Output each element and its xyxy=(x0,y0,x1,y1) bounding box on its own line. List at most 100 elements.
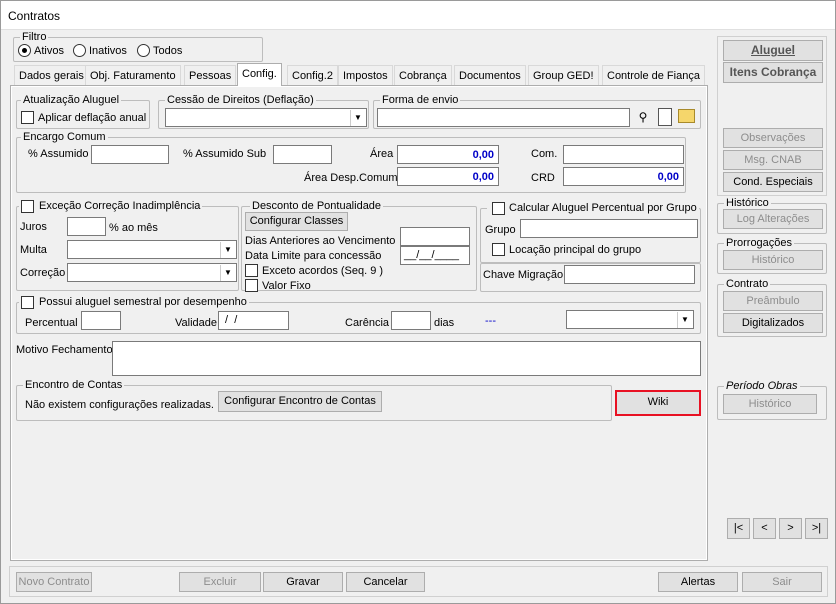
valor-fixo-label: Valor Fixo xyxy=(262,280,311,292)
percentual-input[interactable] xyxy=(81,311,121,330)
crd-label: CRD xyxy=(531,172,555,184)
encontro-msg: Não existem configurações realizadas. xyxy=(25,399,214,411)
com-label: Com. xyxy=(531,148,558,160)
carencia-input[interactable] xyxy=(391,311,431,330)
chevron-down-icon: ▼ xyxy=(350,110,365,126)
itens-cobranca-button[interactable]: Itens Cobrança xyxy=(723,62,823,83)
dias-anteriores-label: Dias Anteriores ao Vencimento xyxy=(245,235,396,247)
excecao-checkbox[interactable] xyxy=(21,200,34,213)
aplicar-deflacao-checkbox[interactable] xyxy=(21,111,34,124)
tab-controle-fianca[interactable]: Controle de Fiança xyxy=(602,65,705,85)
cessao-select[interactable]: ▼ xyxy=(165,108,367,127)
crd-value: 0,00 xyxy=(657,171,679,183)
data-limite-input[interactable]: __/__/____ xyxy=(400,246,470,265)
preambulo-button[interactable]: Preâmbulo xyxy=(723,291,823,311)
tab-group-ged[interactable]: Group GED! xyxy=(528,65,599,85)
dash-label: --- xyxy=(485,315,496,327)
calc-checkbox[interactable] xyxy=(492,202,505,215)
locacao-principal-label: Locação principal do grupo xyxy=(509,244,642,256)
filter-legend: Filtro xyxy=(20,31,49,43)
desconto-legend: Desconto de Pontualidade xyxy=(250,200,384,212)
cessao-legend: Cessão de Direitos (Deflação) xyxy=(165,94,316,106)
aluguel-button[interactable]: Aluguel xyxy=(723,40,823,61)
multa-select[interactable]: ▼ xyxy=(67,240,237,259)
digitalizados-button[interactable]: Digitalizados xyxy=(723,313,823,333)
prorrogacoes-legend: Prorrogações xyxy=(724,237,795,249)
tab-pessoas[interactable]: Pessoas xyxy=(184,65,237,85)
last-record-button[interactable]: >| xyxy=(805,518,828,539)
alertas-button[interactable]: Alertas xyxy=(658,572,738,592)
dias-anteriores-input[interactable] xyxy=(400,227,470,246)
prorrogacoes-historico-button[interactable]: Histórico xyxy=(723,250,823,270)
grupo-input[interactable] xyxy=(520,219,698,238)
chevron-down-icon: ▼ xyxy=(220,242,235,258)
tab-cobranca[interactable]: Cobrança xyxy=(394,65,452,85)
tab-dados-gerais[interactable]: Dados gerais xyxy=(14,65,89,85)
assumido-label: % Assumido xyxy=(28,148,89,160)
crd-input[interactable]: 0,00 xyxy=(563,167,684,186)
new-document-icon[interactable] xyxy=(658,108,672,126)
exceto-acordos-checkbox[interactable] xyxy=(245,264,258,277)
atualizacao-legend: Atualização Aluguel xyxy=(21,94,122,106)
window-title: Contratos xyxy=(8,9,61,23)
encargo-legend: Encargo Comum xyxy=(21,131,108,143)
msg-cnab-button[interactable]: Msg. CNAB xyxy=(723,150,823,170)
locacao-principal-checkbox[interactable] xyxy=(492,243,505,256)
configurar-classes-button[interactable]: Configurar Classes xyxy=(245,212,348,231)
folder-icon[interactable] xyxy=(678,109,695,123)
ao-mes-label: % ao mês xyxy=(109,222,158,234)
correcao-label: Correção xyxy=(20,267,66,279)
radio-inativos[interactable] xyxy=(73,44,86,57)
cancelar-button[interactable]: Cancelar xyxy=(346,572,425,592)
configurar-encontro-button[interactable]: Configurar Encontro de Contas xyxy=(218,391,382,412)
binoculars-icon[interactable]: ⚲ xyxy=(634,108,652,126)
chevron-down-icon: ▼ xyxy=(220,265,235,281)
assumido-sub-input[interactable] xyxy=(273,145,332,164)
gravar-button[interactable]: Gravar xyxy=(263,572,343,592)
juros-label: Juros xyxy=(20,221,47,233)
wiki-button[interactable]: Wiki xyxy=(615,390,701,416)
semestral-checkbox[interactable] xyxy=(21,296,34,309)
next-record-button[interactable]: > xyxy=(779,518,802,539)
radio-inativos-label: Inativos xyxy=(89,45,127,57)
area-input[interactable]: 0,00 xyxy=(397,145,499,164)
radio-ativos-label: Ativos xyxy=(34,45,64,57)
area-desp-input[interactable]: 0,00 xyxy=(397,167,499,186)
sair-button[interactable]: Sair xyxy=(742,572,822,592)
valor-fixo-checkbox[interactable] xyxy=(245,279,258,292)
radio-todos-label: Todos xyxy=(153,45,183,57)
tab-config[interactable]: Config. xyxy=(237,63,282,86)
com-input[interactable] xyxy=(563,145,684,164)
exceto-acordos-label: Exceto acordos (Seq. 9 ) xyxy=(262,265,384,277)
forma-envio-legend: Forma de envio xyxy=(380,94,461,106)
area-desp-value: 0,00 xyxy=(472,171,494,183)
tab-obj-faturamento[interactable]: Obj. Faturamento xyxy=(85,65,181,85)
radio-todos[interactable] xyxy=(137,44,150,57)
radio-ativos[interactable] xyxy=(18,44,31,57)
first-record-button[interactable]: |< xyxy=(727,518,750,539)
semestral-select[interactable]: ▼ xyxy=(566,310,694,329)
novo-contrato-button[interactable]: Novo Contrato xyxy=(16,572,92,592)
aplicar-deflacao-label: Aplicar deflação anual xyxy=(38,112,147,124)
log-alteracoes-button[interactable]: Log Alterações xyxy=(723,209,823,229)
correcao-select[interactable]: ▼ xyxy=(67,263,237,282)
multa-label: Multa xyxy=(20,244,47,256)
periodo-historico-button[interactable]: Histórico xyxy=(723,394,817,414)
carencia-label: Carência xyxy=(345,317,390,329)
title-bar: Contratos xyxy=(1,1,835,30)
juros-input[interactable] xyxy=(67,217,106,236)
observacoes-button[interactable]: Observações xyxy=(723,128,823,148)
prev-record-button[interactable]: < xyxy=(753,518,776,539)
chave-migracao-input[interactable] xyxy=(564,265,695,284)
tab-documentos[interactable]: Documentos xyxy=(454,65,526,85)
tab-config2[interactable]: Config.2 xyxy=(287,65,338,85)
tab-impostos[interactable]: Impostos xyxy=(338,65,393,85)
cond-especiais-button[interactable]: Cond. Especiais xyxy=(723,172,823,192)
excluir-button[interactable]: Excluir xyxy=(179,572,261,592)
motivo-textarea[interactable] xyxy=(112,341,701,376)
validade-input[interactable]: / / xyxy=(218,311,289,330)
chevron-down-icon: ▼ xyxy=(677,312,692,328)
assumido-input[interactable] xyxy=(91,145,169,164)
forma-envio-input[interactable] xyxy=(377,108,630,127)
periodo-obras-legend: Período Obras xyxy=(724,380,800,392)
